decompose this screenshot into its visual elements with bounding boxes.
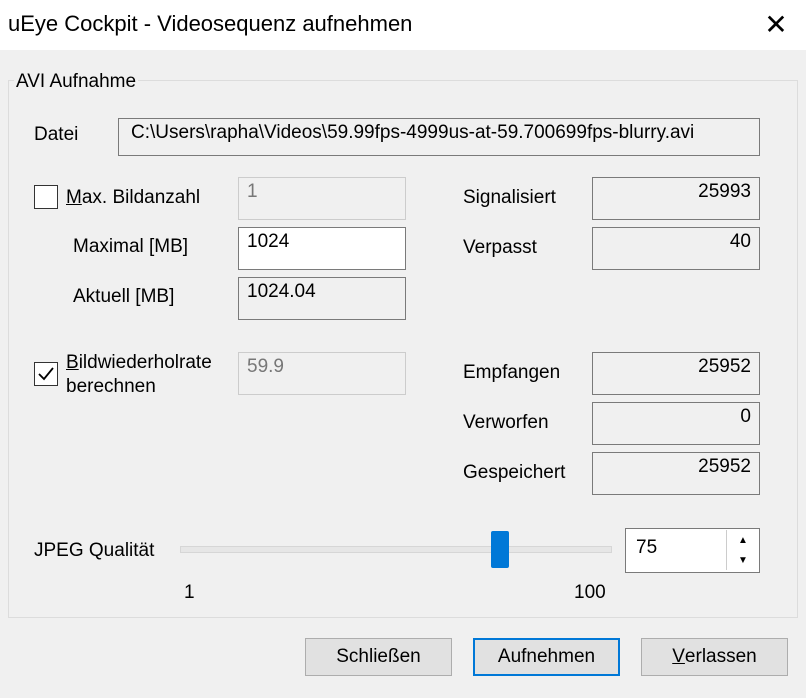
file-path-field[interactable]: C:\Users\rapha\Videos\59.99fps-4999us-at… <box>118 118 760 156</box>
max-frames-field: 1 <box>238 177 406 220</box>
empfangen-field: 25952 <box>592 352 760 395</box>
slider-min-label: 1 <box>184 582 195 603</box>
close-button[interactable]: Schließen <box>305 638 452 676</box>
current-mb-field: 1024.04 <box>238 277 406 320</box>
jpeg-quality-slider-thumb[interactable] <box>491 531 509 568</box>
jpeg-quality-value[interactable]: 75 <box>636 537 657 559</box>
verpasst-field: 40 <box>592 227 760 270</box>
slider-max-label: 100 <box>574 582 606 603</box>
arrow-up-icon[interactable]: ▲ <box>726 530 759 550</box>
verpasst-label: Verpasst <box>463 237 537 258</box>
jpeg-quality-spinbox[interactable]: 75 ▲ ▼ <box>625 528 760 573</box>
gespeichert-field: 25952 <box>592 452 760 495</box>
checkmark-icon <box>38 367 54 381</box>
signalisiert-field: 25993 <box>592 177 760 220</box>
title-bar: uEye Cockpit - Videosequenz aufnehmen ✕ <box>0 0 806 50</box>
verworfen-field: 0 <box>592 402 760 445</box>
max-frames-label: Max. Bildanzahl <box>66 187 201 208</box>
jpeg-quality-slider-track[interactable] <box>180 546 612 553</box>
file-label: Datei <box>34 124 79 145</box>
framerate-field: 59.9 <box>238 352 406 395</box>
group-label: AVI Aufnahme <box>14 71 139 93</box>
empfangen-label: Empfangen <box>463 362 561 383</box>
max-mb-label: Maximal [MB] <box>73 236 189 257</box>
gespeichert-label: Gespeichert <box>463 462 566 483</box>
max-mb-input[interactable]: 1024 <box>238 227 406 270</box>
framerate-label: Bildwiederholrate berechnen <box>66 352 212 397</box>
arrow-down-icon[interactable]: ▼ <box>726 550 759 570</box>
signalisiert-label: Signalisiert <box>463 187 556 208</box>
current-mb-label: Aktuell [MB] <box>73 286 175 307</box>
jpeg-quality-label: JPEG Qualität <box>34 540 155 561</box>
max-frames-checkbox[interactable] <box>34 185 58 209</box>
verworfen-label: Verworfen <box>463 412 549 433</box>
window-title: uEye Cockpit - Videosequenz aufnehmen <box>8 11 413 36</box>
framerate-checkbox[interactable] <box>34 362 58 386</box>
close-icon[interactable]: ✕ <box>756 4 796 44</box>
exit-button[interactable]: Verlassen <box>641 638 788 676</box>
record-button[interactable]: Aufnehmen <box>473 638 620 676</box>
